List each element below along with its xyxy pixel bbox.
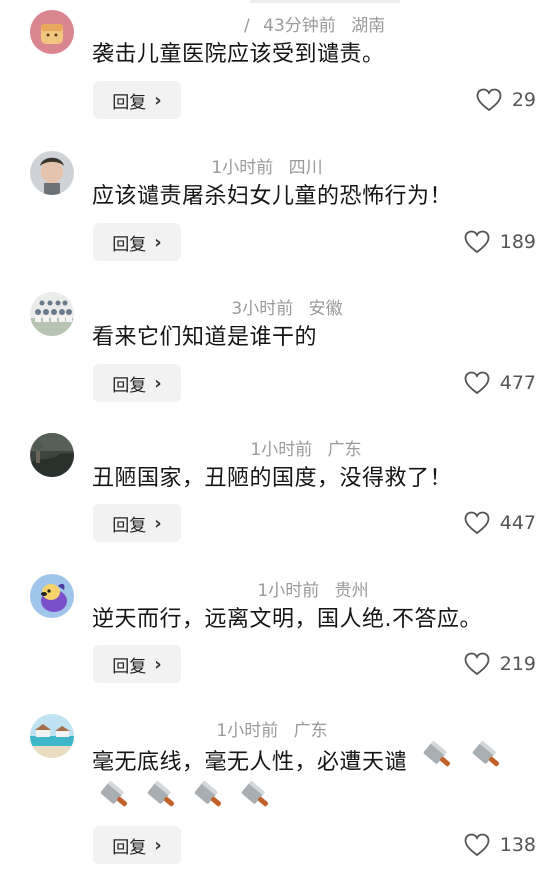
comment-meta: 1小时前 广东 <box>203 716 328 741</box>
comment-text-body: 毫无底线，毫无人性，必遭天谴 <box>92 750 408 775</box>
like-button[interactable]: 29 <box>476 81 536 119</box>
chevron-right-icon: › <box>154 372 162 394</box>
comment-location: 安徽 <box>308 299 343 319</box>
avatar[interactable] <box>30 10 74 54</box>
reply-label: 回复 <box>112 656 147 677</box>
comment-meta: 1小时前 四川 <box>198 153 323 178</box>
like-button[interactable]: 477 <box>464 364 536 402</box>
heart-outline-icon <box>464 230 490 254</box>
like-button[interactable]: 447 <box>464 504 536 542</box>
like-button[interactable]: 219 <box>464 645 536 683</box>
chevron-right-icon: › <box>154 231 162 253</box>
comment-location: 贵州 <box>334 581 369 601</box>
heart-outline-icon <box>464 511 490 535</box>
comment-location: 湖南 <box>351 16 386 36</box>
like-count: 477 <box>499 372 536 394</box>
reply-label: 回复 <box>112 92 147 113</box>
heart-outline-icon <box>464 652 490 676</box>
comment-time: 1小时前 <box>216 721 279 741</box>
comment-text: 丑陋国家，丑陋的国度，没得救了！ <box>92 466 453 491</box>
comment-meta: 3小时前 安徽 <box>218 294 343 319</box>
comment-time: 43分钟前 <box>263 16 336 36</box>
like-button[interactable]: 189 <box>464 223 536 261</box>
heart-outline-icon <box>464 371 490 395</box>
reply-label: 回复 <box>112 515 147 536</box>
comment-text: 袭击儿童医院应该受到谴责。 <box>92 42 385 67</box>
comment-username[interactable]: / <box>244 16 250 36</box>
avatar[interactable] <box>30 292 74 336</box>
reply-label: 回复 <box>112 375 147 396</box>
comment-text: 看来它们知道是谁干的 <box>92 325 318 350</box>
like-button[interactable]: 138 <box>464 826 536 864</box>
reply-button[interactable]: 回复 › <box>93 826 181 864</box>
kitchen-knife-icon <box>468 740 502 786</box>
comment-meta: 1小时前 广东 <box>237 435 362 460</box>
reply-button[interactable]: 回复 › <box>93 81 181 119</box>
comment-text: 应该谴责屠杀妇女儿童的恐怖行为！ <box>92 184 453 209</box>
reply-label: 回复 <box>112 234 147 255</box>
comment-meta: 1小时前 贵州 <box>244 576 369 601</box>
comment-text: 逆天而行，远离文明，国人绝.不答应。 <box>92 607 482 632</box>
chevron-right-icon: › <box>154 89 162 111</box>
reply-button[interactable]: 回复 › <box>93 645 181 683</box>
comment-time: 1小时前 <box>250 440 313 460</box>
top-divider <box>250 0 400 3</box>
comment-location: 广东 <box>327 440 362 460</box>
reply-button[interactable]: 回复 › <box>93 223 181 261</box>
reply-label: 回复 <box>112 837 147 858</box>
avatar[interactable] <box>30 433 74 477</box>
chevron-right-icon: › <box>154 834 162 856</box>
avatar[interactable] <box>30 574 74 618</box>
kitchen-knife-icon <box>190 780 224 816</box>
comment-meta: / 43分钟前 湖南 <box>244 11 386 36</box>
heart-outline-icon <box>464 833 490 857</box>
comment-location: 广东 <box>293 721 328 741</box>
chevron-right-icon: › <box>154 512 162 534</box>
comment-time: 1小时前 <box>257 581 320 601</box>
avatar[interactable] <box>30 151 74 195</box>
kitchen-knife-icon <box>96 780 130 816</box>
comment-time: 3小时前 <box>231 299 294 319</box>
comment-time: 1小时前 <box>211 158 274 178</box>
chevron-right-icon: › <box>154 653 162 675</box>
like-count: 447 <box>499 512 536 534</box>
kitchen-knife-icon <box>419 740 453 786</box>
like-count: 138 <box>499 834 536 856</box>
kitchen-knife-icon <box>237 780 271 816</box>
avatar[interactable] <box>30 714 74 758</box>
kitchen-knife-icon <box>143 780 177 816</box>
like-count: 29 <box>511 89 536 111</box>
knife-emoji-row <box>92 780 392 816</box>
reply-button[interactable]: 回复 › <box>93 364 181 402</box>
heart-outline-icon <box>476 88 502 112</box>
reply-button[interactable]: 回复 › <box>93 504 181 542</box>
like-count: 219 <box>499 653 536 675</box>
like-count: 189 <box>499 231 536 253</box>
comment-location: 四川 <box>288 158 323 178</box>
